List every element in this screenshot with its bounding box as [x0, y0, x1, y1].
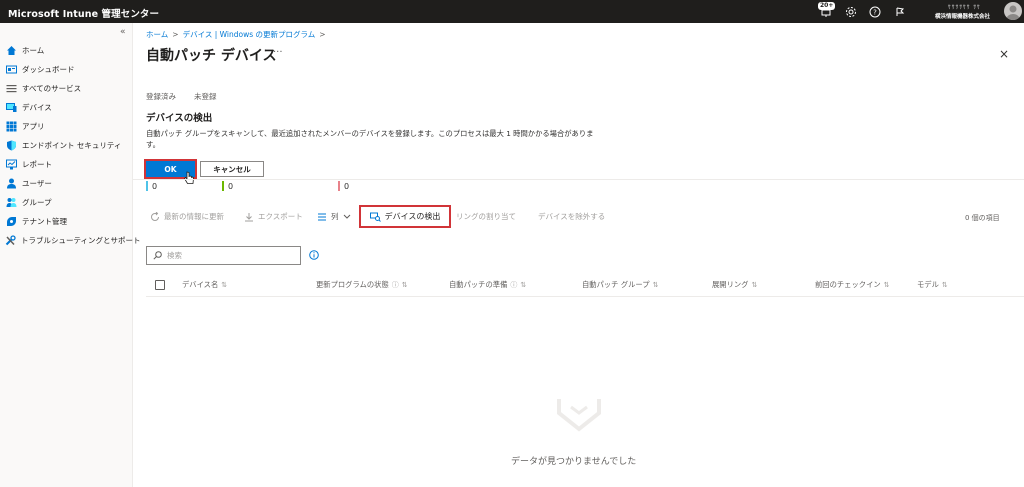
sort-icon: ⇅: [941, 281, 948, 289]
reports-icon: [5, 158, 17, 170]
sort-icon: ⇅: [652, 281, 659, 289]
tenant-icon: [5, 215, 17, 227]
columns-button[interactable]: 列: [317, 211, 351, 222]
breadcrumb-devices[interactable]: デバイス | Windows の更新プログラム: [183, 30, 316, 39]
column-header-update-status[interactable]: 更新プログラムの状態 ⓘ ⇅: [316, 280, 408, 290]
shield-icon: [5, 139, 17, 151]
sort-icon: ⇅: [751, 281, 758, 289]
sidebar: « ホーム ダッシュボード すべてのサービス デバイス アプリ エンドポイント …: [0, 23, 141, 487]
info-icon: ⓘ: [510, 281, 518, 289]
column-header-deployment-ring[interactable]: 展開リング ⇅: [712, 280, 757, 290]
sort-icon: ⇅: [221, 281, 228, 289]
top-bar: Microsoft Intune 管理センター 20+ ? ｻｻｻｻｻｻ ｻｻ …: [0, 0, 1024, 23]
stat-bar: [338, 181, 340, 191]
stat-bar: [146, 181, 148, 191]
more-options-button[interactable]: ···: [273, 47, 283, 58]
collapse-sidebar-button[interactable]: «: [120, 27, 126, 37]
info-icon[interactable]: [309, 250, 319, 260]
gear-icon[interactable]: [843, 4, 858, 19]
detect-devices-icon: [369, 212, 381, 222]
sidebar-item-tenant-admin[interactable]: テナント管理: [5, 213, 130, 229]
sort-icon: ⇅: [520, 281, 527, 289]
dashboard-icon: [5, 63, 17, 75]
export-button[interactable]: エクスポート: [244, 211, 303, 222]
item-count: 0 個の項目: [965, 214, 1000, 222]
remove-devices-button[interactable]: デバイスを除外する: [538, 211, 605, 222]
empty-state-icon: [557, 399, 601, 432]
dialog-title: デバイスの検出: [146, 113, 213, 124]
devices-icon: [5, 101, 17, 113]
column-header-model[interactable]: モデル ⇅: [917, 280, 948, 290]
cancel-button[interactable]: キャンセル: [200, 161, 264, 177]
sidebar-item-apps[interactable]: アプリ: [5, 118, 130, 134]
stat-bar: [222, 181, 224, 191]
info-icon: ⓘ: [391, 281, 399, 289]
empty-state-message: データが見つかりませんでした: [511, 457, 637, 467]
sidebar-item-dashboard[interactable]: ダッシュボード: [5, 61, 130, 77]
refresh-button[interactable]: 最新の情報に更新: [150, 211, 224, 222]
select-all-checkbox[interactable]: [155, 280, 165, 290]
sidebar-item-users[interactable]: ユーザー: [5, 175, 130, 191]
account-org[interactable]: 横浜情報機器株式会社: [935, 12, 990, 20]
assign-ring-button[interactable]: リングの割り当て: [456, 211, 516, 222]
stat-item: 0: [222, 180, 233, 192]
tools-icon: [5, 234, 16, 246]
search-input[interactable]: 検索: [146, 246, 301, 265]
column-header-device-name[interactable]: デバイス名 ⇅: [182, 280, 227, 290]
columns-icon: [318, 213, 326, 220]
apps-icon: [5, 120, 17, 132]
help-icon[interactable]: ?: [867, 4, 882, 19]
tab-unregistered[interactable]: 未登録: [194, 91, 217, 102]
sidebar-item-reports[interactable]: レポート: [5, 156, 130, 172]
stat-item: 0: [338, 180, 349, 192]
main-panel: ホーム > デバイス | Windows の更新プログラム > 自動パッチ デバイス …: [133, 23, 1024, 487]
divider: [133, 179, 1024, 180]
search-icon: [153, 251, 162, 260]
breadcrumb-home[interactable]: ホーム: [146, 30, 168, 39]
dialog-description: 自動パッチ グループをスキャンして、最近追加されたメンバーのデバイスを登録します…: [146, 129, 594, 149]
sort-icon: ⇅: [401, 281, 408, 289]
tab-registered[interactable]: 登録済み: [146, 91, 176, 102]
table-header-divider: [146, 296, 1024, 297]
sidebar-item-devices[interactable]: デバイス: [5, 99, 130, 115]
column-header-last-checkin[interactable]: 前回のチェックイン ⇅: [815, 280, 890, 290]
sidebar-item-groups[interactable]: グループ: [5, 194, 130, 210]
svg-text:?: ?: [873, 8, 877, 16]
sidebar-item-troubleshooting[interactable]: トラブルシューティングとサポート: [5, 232, 141, 248]
refresh-icon: [151, 211, 159, 221]
sort-icon: ⇅: [883, 281, 890, 289]
home-icon: [5, 44, 17, 56]
column-header-autopatch-group[interactable]: 自動パッチ グループ ⇅: [582, 280, 658, 290]
stat-item: 0: [146, 180, 157, 192]
detect-devices-button[interactable]: デバイスの検出: [359, 205, 451, 228]
close-button[interactable]: ×: [999, 47, 1009, 61]
groups-icon: [5, 196, 17, 208]
notification-badge: 20+: [818, 2, 836, 10]
sidebar-item-all-services[interactable]: すべてのサービス: [5, 80, 130, 96]
column-header-autopatch-readiness[interactable]: 自動パッチの準備 ⓘ ⇅: [449, 280, 526, 290]
page-title: 自動パッチ デバイス: [146, 48, 277, 64]
all-services-icon: [5, 82, 17, 94]
user-icon: [5, 177, 17, 189]
account-name[interactable]: ｻｻｻｻｻｻ ｻｻ: [948, 3, 981, 11]
app-title[interactable]: Microsoft Intune 管理センター: [8, 6, 159, 20]
chevron-down-icon: [343, 214, 350, 219]
sidebar-item-endpoint-security[interactable]: エンドポイント セキュリティ: [5, 137, 130, 153]
sidebar-item-home[interactable]: ホーム: [5, 42, 130, 58]
breadcrumb: ホーム > デバイス | Windows の更新プログラム >: [146, 30, 326, 39]
download-icon: [245, 212, 253, 221]
avatar[interactable]: [1004, 2, 1022, 20]
hand-cursor-icon: [183, 171, 194, 184]
feedback-icon[interactable]: [892, 4, 907, 19]
